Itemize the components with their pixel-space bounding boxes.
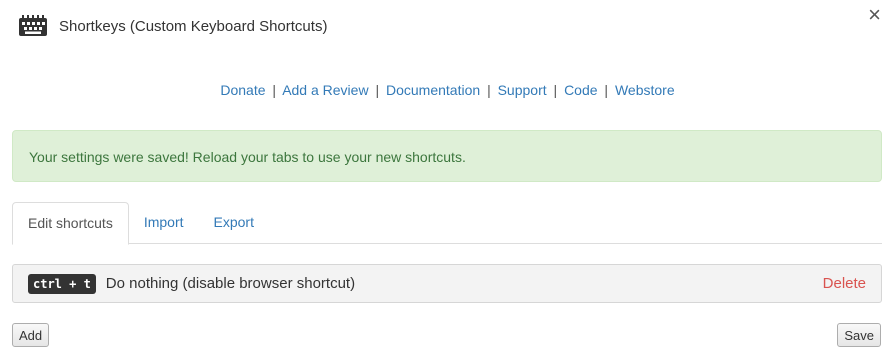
donate-link[interactable]: Donate	[220, 82, 265, 98]
shortcut-action-label: Do nothing (disable browser shortcut)	[105, 275, 356, 292]
shortcut-keys-badge: ctrl + t	[28, 273, 96, 294]
success-alert: Your settings were saved! Reload your ta…	[12, 130, 882, 182]
save-button[interactable]: Save	[837, 323, 881, 347]
add-review-link[interactable]: Add a Review	[282, 82, 368, 98]
header-links: Donate | Add a Review | Documentation | …	[0, 82, 895, 98]
link-separator: |	[604, 82, 609, 98]
tab-export[interactable]: Export	[199, 202, 269, 244]
app-title: Shortkeys (Custom Keyboard Shortcuts)	[59, 17, 328, 35]
keyboard-icon	[19, 15, 47, 36]
add-button[interactable]: Add	[12, 323, 50, 347]
tab-bar: Edit shortcuts Import Export	[12, 202, 882, 245]
link-separator: |	[375, 82, 380, 98]
close-button[interactable]: ×	[868, 4, 881, 26]
tab-import[interactable]: Import	[129, 202, 199, 244]
delete-shortcut-link[interactable]: Delete	[823, 275, 866, 292]
webstore-link[interactable]: Webstore	[615, 82, 675, 98]
tab-edit-shortcuts[interactable]: Edit shortcuts	[12, 202, 129, 245]
link-separator: |	[553, 82, 558, 98]
shortcut-row[interactable]: ctrl + t Do nothing (disable browser sho…	[12, 264, 882, 303]
support-link[interactable]: Support	[498, 82, 547, 98]
documentation-link[interactable]: Documentation	[386, 82, 480, 98]
link-separator: |	[272, 82, 277, 98]
alert-message: Your settings were saved! Reload your ta…	[29, 149, 466, 165]
code-link[interactable]: Code	[564, 82, 597, 98]
link-separator: |	[487, 82, 491, 98]
app-header: Shortkeys (Custom Keyboard Shortcuts)	[18, 14, 327, 38]
